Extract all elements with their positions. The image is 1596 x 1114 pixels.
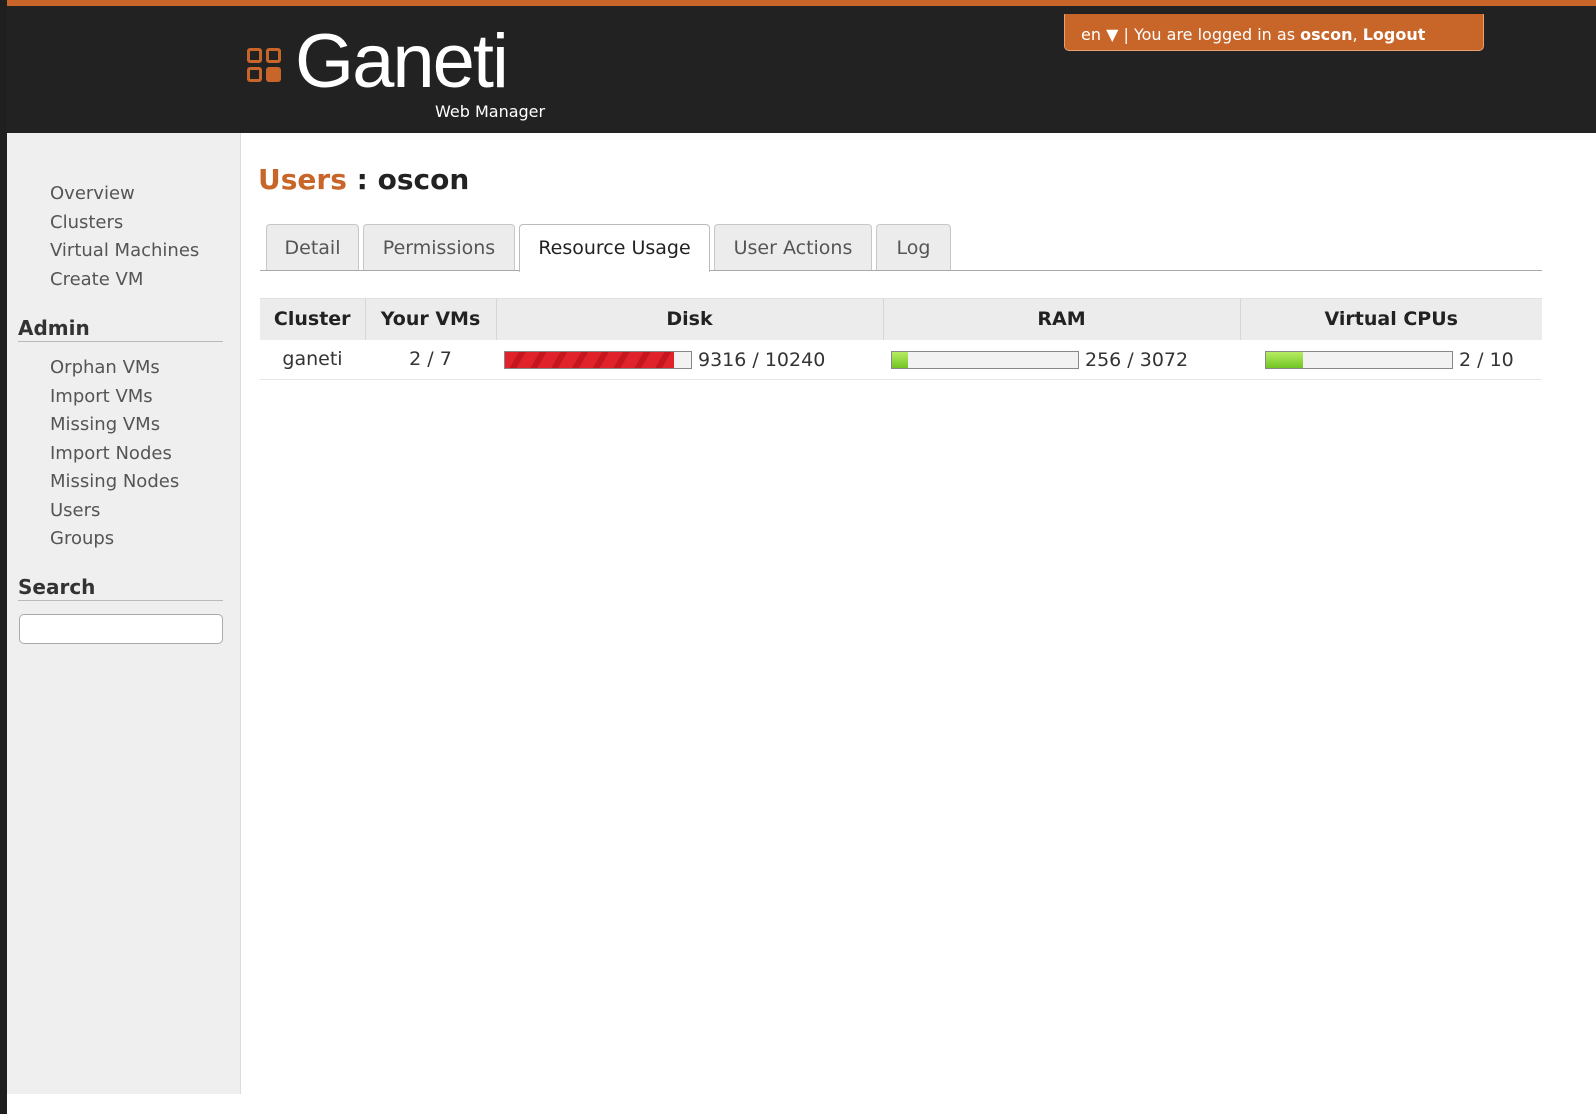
disk-usage-value: 9316 / 10240 [698, 348, 826, 371]
breadcrumb-users-link[interactable]: Users [258, 163, 347, 196]
nav-item-import-nodes[interactable]: Import Nodes [7, 440, 179, 469]
window-frame-left [0, 0, 7, 1114]
nav-item-create-vm[interactable]: Create VM [7, 266, 199, 295]
nav-item-orphan-vms[interactable]: Orphan VMs [7, 354, 179, 383]
admin-heading: Admin [18, 316, 223, 342]
language-selector[interactable]: en ▼ [1081, 25, 1118, 44]
nav-item-groups[interactable]: Groups [7, 525, 179, 554]
ram-usage-cell: 256 / 3072 [883, 339, 1240, 380]
search-input[interactable] [19, 614, 223, 644]
cpu-usage-value: 2 / 10 [1459, 348, 1514, 371]
breadcrumb-separator: : [346, 163, 378, 196]
main-nav: Overview Clusters Virtual Machines Creat… [7, 180, 199, 294]
column-header-disk[interactable]: Disk [495, 298, 883, 340]
table-row: ganeti 2 / 7 9316 / 10240 256 / 3072 2 /… [260, 339, 1542, 380]
nav-item-virtual-machines[interactable]: Virtual Machines [7, 237, 199, 266]
nav-item-import-vms[interactable]: Import VMs [7, 383, 179, 412]
tab-resource-usage[interactable]: Resource Usage [519, 224, 710, 272]
ram-usage-bar [891, 350, 1079, 369]
ganeti-logo-icon [247, 48, 283, 84]
search-heading: Search [18, 575, 223, 601]
logo-subtitle: Web Manager [435, 102, 546, 121]
page-title-user: oscon [377, 163, 470, 196]
resource-usage-table: Cluster Your VMs Disk RAM Virtual CPUs g… [260, 298, 1542, 380]
vm-count: 2 / 7 [365, 339, 496, 380]
nav-item-clusters[interactable]: Clusters [7, 209, 199, 238]
dropdown-arrow-icon: ▼ [1106, 25, 1119, 44]
column-header-ram[interactable]: RAM [882, 298, 1240, 340]
logo-title: Ganeti [295, 19, 509, 104]
top-header: Ganeti Web Manager en ▼ | You are logged… [7, 0, 1596, 133]
nav-item-missing-vms[interactable]: Missing VMs [7, 411, 179, 440]
disk-usage-bar [504, 350, 692, 369]
nav-item-users[interactable]: Users [7, 497, 179, 526]
ram-usage-value: 256 / 3072 [1085, 348, 1189, 371]
user-bar: en ▼ | You are logged in as oscon, Logou… [1064, 14, 1484, 51]
nav-item-missing-nodes[interactable]: Missing Nodes [7, 468, 179, 497]
tab-bar: Detail Permissions Resource Usage User A… [260, 224, 1542, 272]
cpu-usage-bar [1265, 350, 1453, 369]
page-title: Users : oscon [258, 163, 469, 196]
sidebar: Overview Clusters Virtual Machines Creat… [7, 133, 241, 1094]
logout-link[interactable]: Logout [1363, 25, 1426, 44]
column-header-your-vms[interactable]: Your VMs [364, 298, 496, 340]
logged-in-text: You are logged in as [1133, 25, 1296, 44]
column-header-cluster[interactable]: Cluster [260, 298, 365, 340]
tab-user-actions[interactable]: User Actions [714, 224, 872, 270]
tab-permissions[interactable]: Permissions [363, 224, 515, 270]
nav-item-overview[interactable]: Overview [7, 180, 199, 209]
table-header-row: Cluster Your VMs Disk RAM Virtual CPUs [260, 298, 1542, 340]
tab-detail[interactable]: Detail [266, 224, 359, 270]
username-link[interactable]: oscon [1300, 25, 1352, 44]
userbar-separator: | [1123, 25, 1129, 44]
tab-log[interactable]: Log [876, 224, 951, 270]
column-header-virtual-cpus[interactable]: Virtual CPUs [1239, 298, 1542, 340]
cluster-link[interactable]: ganeti [260, 339, 365, 380]
cpu-usage-cell: 2 / 10 [1240, 339, 1542, 380]
disk-usage-cell: 9316 / 10240 [496, 339, 883, 380]
admin-nav: Orphan VMs Import VMs Missing VMs Import… [7, 354, 179, 554]
ganeti-logo[interactable]: Ganeti Web Manager [247, 24, 587, 128]
